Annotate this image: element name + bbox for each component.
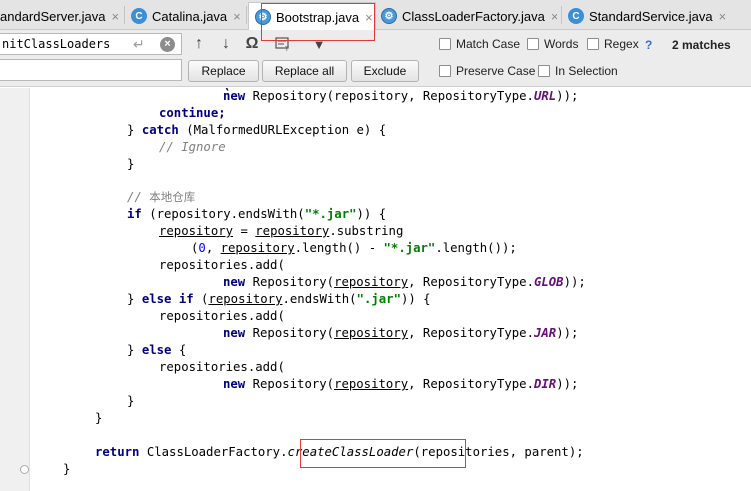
find-replace-panel: nitClassLoaders ↵ × ↑ ↓ Ω T ▼ Replace Re… (0, 30, 751, 87)
match-count: 2 matches (672, 38, 731, 52)
replace-input[interactable] (0, 59, 182, 81)
code-line: if (repository.endsWith("*.jar")) { (127, 207, 387, 221)
checkbox-box (538, 65, 550, 77)
filter-icon[interactable]: ▼ (310, 37, 328, 52)
java-class-icon: C (131, 8, 147, 24)
checkbox-box (527, 38, 539, 50)
match-case-label: Match Case (456, 37, 521, 51)
words-label: Words (544, 37, 579, 51)
tab-label: Catalina.java (152, 8, 228, 24)
checkbox-box (587, 38, 599, 50)
in-selection-checkbox[interactable]: In Selection (538, 64, 618, 78)
code-editor[interactable]: ( new Repository(repository, RepositoryT… (0, 88, 751, 491)
code-line: // Ignore (159, 140, 226, 154)
close-icon[interactable]: × (233, 9, 241, 24)
words-checkbox[interactable]: Words (527, 37, 578, 51)
tab-classloaderfactory[interactable]: ⚙ ClassLoaderFactory.java × (381, 2, 557, 30)
code-line: } (95, 411, 103, 425)
code-line: repository = repository.substring (159, 224, 404, 238)
code-line: // 本地仓库 (127, 190, 196, 204)
editor-tab-bar: andardServer.java × C Catalina.java × ⚙ … (0, 0, 751, 31)
match-case-checkbox[interactable]: Match Case (439, 37, 520, 51)
code-line: repositories.add( (159, 258, 285, 272)
close-icon[interactable]: × (365, 10, 373, 25)
fold-marker-icon[interactable] (20, 465, 29, 474)
enter-icon: ↵ (133, 36, 145, 52)
regex-checkbox[interactable]: Regex (587, 37, 639, 51)
checkbox-box (439, 65, 451, 77)
code-line: } (127, 157, 135, 171)
regex-help-icon[interactable]: ? (645, 38, 652, 52)
tab-divider (246, 6, 247, 24)
code-line: repositories.add( (159, 360, 285, 374)
tab-standard-server[interactable]: andardServer.java × (0, 2, 122, 30)
tab-standardservice[interactable]: C StandardService.java × (568, 2, 751, 30)
search-input[interactable]: nitClassLoaders (0, 33, 182, 55)
replace-all-button[interactable]: Replace all (262, 60, 347, 82)
replace-button[interactable]: Replace (188, 60, 259, 82)
code-line: } (63, 462, 71, 476)
preserve-case-label: Preserve Case (456, 64, 536, 78)
tab-divider (124, 6, 125, 24)
code-line: repositories.add( (159, 309, 285, 323)
in-selection-label: In Selection (555, 64, 618, 78)
exclude-button[interactable]: Exclude (351, 60, 419, 82)
previous-occurrence-icon[interactable]: ↑ (190, 35, 208, 53)
svg-text:T: T (284, 46, 289, 51)
tab-bootstrap[interactable]: ⚙ Bootstrap.java × (248, 2, 376, 31)
code-line: new Repository(repository, RepositoryTyp… (223, 377, 579, 391)
regex-label: Regex (604, 37, 639, 51)
close-icon[interactable]: × (551, 9, 557, 24)
find-in-selection-icon[interactable]: T (274, 37, 292, 56)
tab-label: Bootstrap.java (276, 9, 360, 25)
next-occurrence-icon[interactable]: ↓ (217, 35, 235, 53)
code-line: return ClassLoaderFactory.createClassLoa… (95, 445, 584, 459)
tab-label: andardServer.java (0, 8, 106, 24)
code-line: (0, repository.length() - "*.jar".length… (191, 241, 517, 255)
code-line: } catch (MalformedURLException e) { (127, 123, 387, 137)
code-line: new Repository(repository, RepositoryTyp… (223, 326, 579, 340)
java-class-gear-icon: ⚙ (381, 8, 397, 24)
close-icon[interactable]: × (719, 9, 727, 24)
java-class-gear-icon: ⚙ (255, 9, 271, 25)
tab-label: ClassLoaderFactory.java (402, 8, 545, 24)
preserve-case-checkbox[interactable]: Preserve Case (439, 64, 535, 78)
code-line: } else { (127, 343, 187, 357)
code-line: } (127, 394, 135, 408)
java-class-icon: C (568, 8, 584, 24)
code-line: new Repository(repository, RepositoryTyp… (223, 89, 579, 103)
select-all-occurrences-icon[interactable]: Ω (243, 35, 261, 53)
code-line: } else if (repository.endsWith(".jar")) … (127, 292, 431, 306)
code-line: continue; (159, 106, 226, 120)
checkbox-box (439, 38, 451, 50)
tab-label: StandardService.java (589, 8, 713, 24)
clear-search-icon[interactable]: × (160, 37, 175, 52)
code-line: new Repository(repository, RepositoryTyp… (223, 275, 586, 289)
editor-gutter (0, 88, 30, 491)
tab-catalina[interactable]: C Catalina.java × (131, 2, 243, 30)
tab-divider (561, 6, 562, 24)
close-icon[interactable]: × (112, 9, 120, 24)
